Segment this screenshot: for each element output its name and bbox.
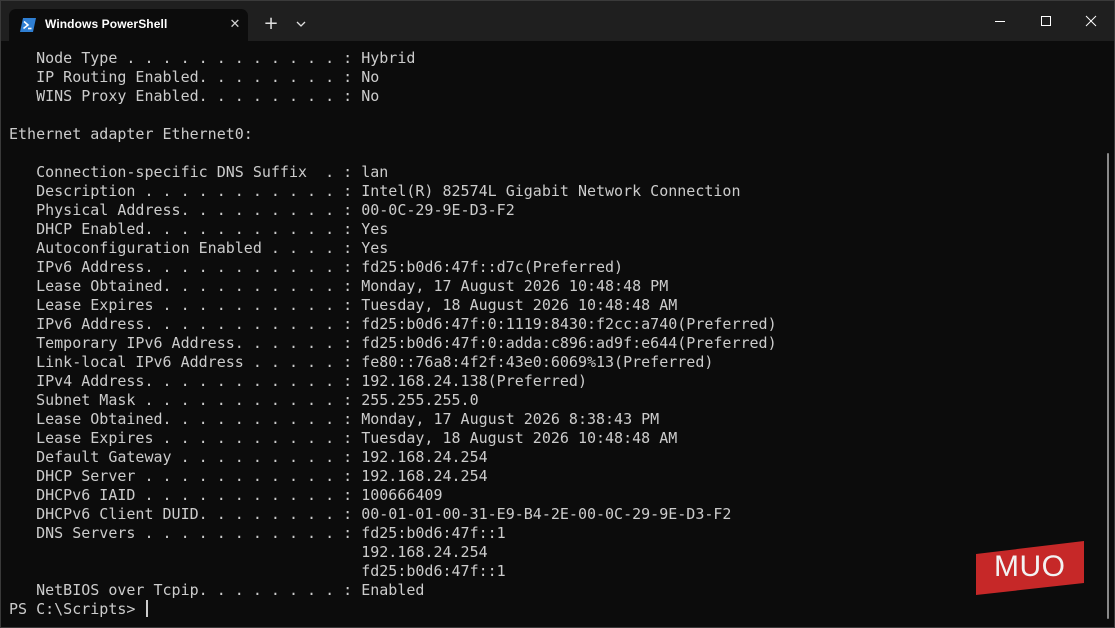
watermark-text: MUO xyxy=(994,550,1066,583)
terminal-line: Lease Expires . . . . . . . . . . : Tues… xyxy=(9,296,678,314)
terminal-line: IP Routing Enabled. . . . . . . . : No xyxy=(9,68,380,86)
terminal-line: Node Type . . . . . . . . . . . . : Hybr… xyxy=(9,49,416,67)
terminal-window: Windows PowerShell ✕ + Node Type . . . .… xyxy=(0,0,1115,628)
chevron-down-icon[interactable] xyxy=(290,13,312,35)
minimize-icon[interactable] xyxy=(977,1,1023,41)
terminal-line: Autoconfiguration Enabled . . . . : Yes xyxy=(9,239,389,257)
prompt-text: PS C:\Scripts> xyxy=(9,600,145,618)
terminal-line: DHCP Enabled. . . . . . . . . . . : Yes xyxy=(9,220,389,238)
terminal-line: DHCPv6 Client DUID. . . . . . . . : 00-0… xyxy=(9,505,732,523)
tab-windows-powershell[interactable]: Windows PowerShell ✕ xyxy=(9,9,248,41)
terminal-line: Lease Obtained. . . . . . . . . . : Mond… xyxy=(9,277,669,295)
terminal-line: Link-local IPv6 Address . . . . . : fe80… xyxy=(9,353,714,371)
close-icon[interactable] xyxy=(1068,1,1114,41)
powershell-icon xyxy=(20,18,36,32)
muo-watermark-logo: MUO xyxy=(976,541,1084,595)
title-bar[interactable]: Windows PowerShell ✕ + xyxy=(1,1,1114,41)
terminal-line: Ethernet adapter Ethernet0: xyxy=(9,125,253,143)
terminal-line: Connection-specific DNS Suffix . : lan xyxy=(9,163,389,181)
terminal-line: 192.168.24.254 xyxy=(9,543,488,561)
terminal-line: Lease Expires . . . . . . . . . . : Tues… xyxy=(9,429,678,447)
tab-title: Windows PowerShell xyxy=(45,17,168,31)
terminal-line: IPv4 Address. . . . . . . . . . . : 192.… xyxy=(9,372,587,390)
terminal-line: Description . . . . . . . . . . . : Inte… xyxy=(9,182,741,200)
terminal-output[interactable]: Node Type . . . . . . . . . . . . : Hybr… xyxy=(1,41,1105,627)
terminal-line: WINS Proxy Enabled. . . . . . . . : No xyxy=(9,87,380,105)
scrollbar-thumb[interactable] xyxy=(1107,153,1109,619)
terminal-line: IPv6 Address. . . . . . . . . . . : fd25… xyxy=(9,258,624,276)
close-icon[interactable]: ✕ xyxy=(227,17,243,33)
terminal-line: fd25:b0d6:47f::1 xyxy=(9,562,506,580)
terminal-line: Temporary IPv6 Address. . . . . . : fd25… xyxy=(9,334,777,352)
terminal-line: Physical Address. . . . . . . . . : 00-0… xyxy=(9,201,515,219)
prompt-line[interactable]: PS C:\Scripts> xyxy=(9,600,1105,619)
terminal-line: IPv6 Address. . . . . . . . . . . : fd25… xyxy=(9,315,777,333)
terminal-line: DNS Servers . . . . . . . . . . . : fd25… xyxy=(9,524,506,542)
terminal-line: Lease Obtained. . . . . . . . . . : Mond… xyxy=(9,410,660,428)
terminal-line: Default Gateway . . . . . . . . . : 192.… xyxy=(9,448,488,466)
terminal-line: DHCP Server . . . . . . . . . . . : 192.… xyxy=(9,467,488,485)
new-tab-button[interactable]: + xyxy=(260,13,282,35)
terminal-line: DHCPv6 IAID . . . . . . . . . . . : 1006… xyxy=(9,486,443,504)
text-cursor xyxy=(146,600,149,617)
terminal-line: NetBIOS over Tcpip. . . . . . . . : Enab… xyxy=(9,581,425,599)
terminal-line: Subnet Mask . . . . . . . . . . . : 255.… xyxy=(9,391,479,409)
maximize-icon[interactable] xyxy=(1023,1,1069,41)
